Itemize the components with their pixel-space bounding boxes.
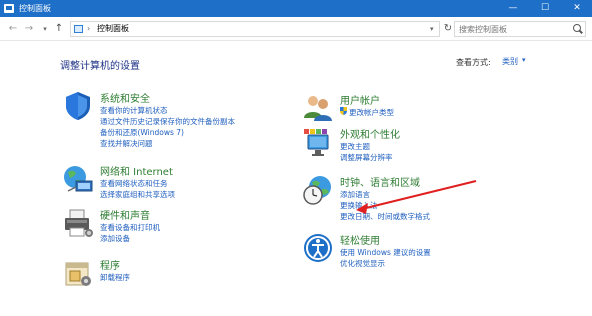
category-title[interactable]: 外观和个性化 <box>340 126 400 141</box>
category-link[interactable]: 更改主题 <box>340 141 370 152</box>
window-title: 控制面板 <box>19 4 51 13</box>
breadcrumb-separator-icon[interactable]: › <box>87 22 90 36</box>
close-button[interactable]: ✕ <box>562 0 592 17</box>
category-link[interactable]: 添加设备 <box>100 233 130 244</box>
network-icon[interactable] <box>62 163 94 195</box>
category-link[interactable]: 卸载程序 <box>100 272 130 283</box>
category-title[interactable]: 轻松使用 <box>340 232 380 247</box>
category-link[interactable]: 更换输入法 <box>340 200 378 211</box>
address-dropdown-chevron-icon[interactable]: ▾ <box>430 21 440 37</box>
category-title[interactable]: 程序 <box>100 257 120 272</box>
category-title[interactable]: 系统和安全 <box>100 90 150 105</box>
category-link[interactable]: 备份和还原(Windows 7) <box>100 127 184 138</box>
uac-shield-icon <box>340 107 347 117</box>
category-link[interactable]: 更改日期、时间或数字格式 <box>340 211 430 222</box>
category-link[interactable]: 查看你的计算机状态 <box>100 105 168 116</box>
category-link[interactable]: 通过文件历史记录保存你的文件备份副本 <box>100 116 235 127</box>
view-by-chevron-icon[interactable]: ▾ <box>522 56 526 64</box>
printer-icon[interactable] <box>62 207 94 239</box>
category-link[interactable]: 查看设备和打印机 <box>100 222 160 233</box>
clock-globe-icon[interactable] <box>302 174 334 206</box>
shield-icon[interactable] <box>62 90 94 122</box>
minimize-button[interactable]: — <box>498 0 528 17</box>
category-title[interactable]: 用户帐户 <box>340 92 380 107</box>
search-input[interactable] <box>454 21 586 37</box>
page-title: 调整计算机的设置 <box>60 61 140 72</box>
category-link[interactable]: 查找并解决问题 <box>100 138 153 149</box>
category-link[interactable]: 调整屏幕分辨率 <box>340 152 393 163</box>
forward-arrow-icon[interactable]: → <box>22 21 36 37</box>
up-arrow-icon[interactable]: ↑ <box>52 21 66 37</box>
category-link[interactable]: 优化视觉显示 <box>340 258 385 269</box>
appearance-icon[interactable] <box>302 126 334 158</box>
refresh-icon[interactable]: ↻ <box>442 21 454 37</box>
users-icon[interactable] <box>302 92 334 124</box>
control-panel-icon <box>74 25 83 33</box>
address-toolbar: ← → ▾ ↑ › 控制面板 ▾ ↻ <box>0 17 592 41</box>
programs-icon[interactable] <box>62 257 94 289</box>
search-icon[interactable] <box>573 24 581 32</box>
address-bar[interactable]: › 控制面板 <box>70 21 440 37</box>
breadcrumb-control-panel[interactable]: 控制面板 <box>97 22 129 36</box>
category-link[interactable]: 更改帐户类型 <box>349 107 394 118</box>
category-title[interactable]: 时钟、语言和区域 <box>340 174 420 189</box>
maximize-button[interactable]: ☐ <box>530 0 560 17</box>
view-by-label: 查看方式: <box>456 58 491 67</box>
category-link[interactable]: 查看网络状态和任务 <box>100 178 168 189</box>
category-link[interactable]: 使用 Windows 建议的设置 <box>340 247 431 258</box>
category-link[interactable]: 添加语言 <box>340 189 370 200</box>
category-title[interactable]: 硬件和声音 <box>100 207 150 222</box>
category-link[interactable]: 选择家庭组和共享选项 <box>100 189 175 200</box>
category-title[interactable]: 网络和 Internet <box>100 163 173 178</box>
control-panel-app-icon <box>4 4 14 13</box>
ease-of-access-icon[interactable] <box>302 232 334 264</box>
view-by-dropdown[interactable]: 类别 <box>502 56 518 67</box>
back-arrow-icon[interactable]: ← <box>6 21 20 37</box>
title-bar: 控制面板 — ☐ ✕ <box>0 0 592 17</box>
recent-locations-chevron-icon[interactable]: ▾ <box>38 21 52 37</box>
